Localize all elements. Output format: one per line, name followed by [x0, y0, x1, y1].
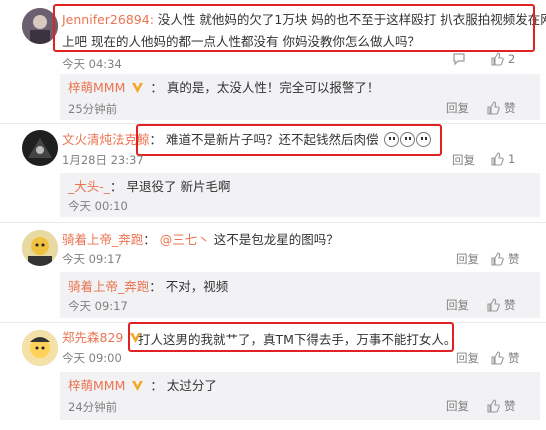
thumbs-up-icon: [491, 252, 504, 266]
like-label: 赞: [504, 399, 516, 413]
like-button[interactable]: 2: [490, 52, 515, 66]
reply-timestamp: 24分钟前: [68, 400, 118, 414]
mention-link[interactable]: @三七丶: [160, 232, 210, 247]
reply-button[interactable]: 回复: [456, 350, 479, 366]
reply-username[interactable]: _大头-_: [68, 179, 110, 194]
username[interactable]: 郑先森829: [62, 330, 123, 345]
reply-username[interactable]: 梓萌MMM: [68, 80, 125, 95]
timestamp: 今天 09:17: [62, 252, 122, 266]
like-label: 赞: [504, 298, 516, 312]
reply-username[interactable]: 梓萌MMM: [68, 378, 125, 393]
like-count: 2: [508, 52, 516, 66]
like-label: 赞: [504, 101, 516, 115]
highlight-box: [136, 124, 442, 156]
like-button[interactable]: 赞: [486, 297, 516, 313]
highlight-box: [53, 4, 535, 52]
reply-username[interactable]: 骑着上帝_奔跑: [68, 279, 149, 294]
reply-line: 梓萌MMM ： 太过分了: [68, 378, 217, 393]
timestamp: 今天 09:00: [62, 351, 122, 365]
comment-line: 骑着上帝_奔跑： @三七丶 这不是包龙星的图吗？: [62, 232, 339, 247]
reply-timestamp: 今天 00:10: [68, 199, 128, 213]
reply-button[interactable]: [452, 52, 466, 66]
like-count: 1: [508, 152, 516, 166]
thumbs-up-icon: [491, 351, 504, 365]
highlight-box: [128, 322, 454, 352]
reply-line: 骑着上帝_奔跑： 不对，视频: [68, 279, 229, 294]
reply-button[interactable]: 回复: [446, 297, 469, 313]
like-button[interactable]: 1: [490, 152, 515, 166]
thumbs-up-icon: [487, 101, 500, 115]
reply-text: 真的是，太没人性！完全可以报警了！: [166, 80, 380, 95]
reply-button[interactable]: 回复: [452, 152, 475, 168]
reply-text: 早退役了 新片毛啊: [126, 179, 231, 194]
like-button[interactable]: 赞: [486, 398, 516, 414]
reply-icon: [453, 53, 465, 66]
avatar[interactable]: [22, 130, 58, 166]
timestamp: 1月28日 23:37: [62, 153, 144, 167]
reply-line: 梓萌MMM ： 真的是，太没人性！完全可以报警了！: [68, 80, 380, 95]
reply-button[interactable]: 回复: [446, 100, 469, 116]
like-label: 赞: [508, 351, 520, 365]
vip-badge-icon: [132, 83, 144, 93]
like-button[interactable]: 赞: [490, 350, 520, 366]
username[interactable]: 骑着上帝_奔跑: [62, 232, 143, 247]
comment-jennifer: Jennifer26894: 没人性 就他妈的欠了1万块 妈的也不至于这样殴打 …: [0, 0, 546, 78]
timestamp: 今天 04:34: [62, 57, 122, 71]
thumbs-up-icon: [487, 298, 500, 312]
reply-button[interactable]: 回复: [446, 398, 469, 414]
avatar[interactable]: [22, 230, 58, 266]
reply-timestamp: 今天 09:17: [68, 299, 128, 313]
reply-text: 太过分了: [166, 378, 217, 393]
thumbs-up-icon: [491, 52, 504, 66]
thumbs-up-icon: [491, 152, 504, 166]
reply-text: 不对，视频: [165, 279, 229, 294]
reply-line: _大头-_： 早退役了 新片毛啊: [68, 179, 231, 194]
comment-text: 这不是包龙星的图吗？: [213, 232, 339, 247]
reply-timestamp: 25分钟前: [68, 102, 118, 116]
avatar[interactable]: [22, 330, 58, 366]
like-button[interactable]: 赞: [486, 100, 516, 116]
like-button[interactable]: 赞: [490, 251, 520, 267]
thumbs-up-icon: [487, 399, 500, 413]
reply-button[interactable]: 回复: [456, 251, 479, 267]
like-label: 赞: [508, 252, 520, 266]
divider: [0, 222, 546, 223]
vip-badge-icon: [132, 381, 144, 391]
